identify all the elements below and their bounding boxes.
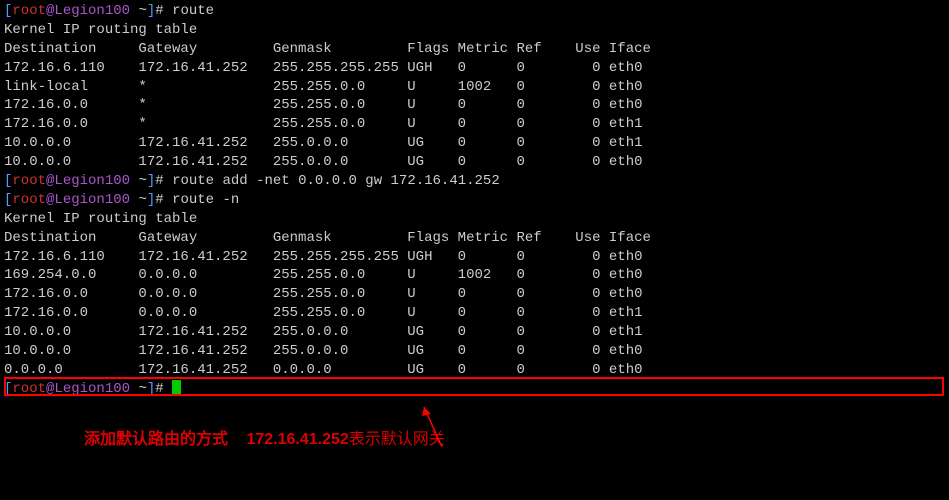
- table-columns: Destination Gateway Genmask Flags Metric…: [4, 229, 945, 248]
- table-row: 10.0.0.0 172.16.41.252 255.0.0.0 UG 0 0 …: [4, 342, 945, 361]
- table-row: 172.16.0.0 0.0.0.0 255.255.0.0 U 0 0 0 e…: [4, 285, 945, 304]
- table-row: 172.16.0.0 * 255.255.0.0 U 0 0 0 eth1: [4, 115, 945, 134]
- command-text: route add -net 0.0.0.0 gw 172.16.41.252: [172, 173, 500, 189]
- annotation-left: 添加默认路由的方式: [84, 431, 228, 448]
- host: Legion100: [54, 3, 130, 19]
- bracket-close: ]: [147, 3, 155, 19]
- user: root: [12, 3, 46, 19]
- table-row: 172.16.0.0 0.0.0.0 255.255.0.0 U 0 0 0 e…: [4, 304, 945, 323]
- table-row: 10.0.0.0 172.16.41.252 255.0.0.0 UG 0 0 …: [4, 323, 945, 342]
- prompt-sym: #: [155, 3, 172, 19]
- table-row: link-local * 255.255.0.0 U 1002 0 0 eth0: [4, 78, 945, 97]
- prompt-line-3[interactable]: [root@Legion100 ~]# route -n: [4, 191, 945, 210]
- table-row: 10.0.0.0 172.16.41.252 255.0.0.0 UG 0 0 …: [4, 153, 945, 172]
- table-columns: Destination Gateway Genmask Flags Metric…: [4, 40, 945, 59]
- prompt-line-2[interactable]: [root@Legion100 ~]# route add -net 0.0.0…: [4, 172, 945, 191]
- cursor-icon: [172, 380, 181, 394]
- table-row: 10.0.0.0 172.16.41.252 255.0.0.0 UG 0 0 …: [4, 134, 945, 153]
- command-text: route -n: [172, 192, 239, 208]
- table-row: 172.16.0.0 * 255.255.0.0 U 0 0 0 eth0: [4, 96, 945, 115]
- prompt-line-1[interactable]: [root@Legion100 ~]# route: [4, 2, 945, 21]
- annotation-ip: 172.16.41.252: [246, 431, 348, 448]
- table-row: 0.0.0.0 172.16.41.252 0.0.0.0 UG 0 0 0 e…: [4, 361, 945, 380]
- table-row: 172.16.6.110 172.16.41.252 255.255.255.2…: [4, 248, 945, 267]
- table-header-text: Kernel IP routing table: [4, 210, 945, 229]
- table-row: 172.16.6.110 172.16.41.252 255.255.255.2…: [4, 59, 945, 78]
- annotation-text: 添加默认路由的方式 172.16.41.252表示默认网关: [4, 429, 945, 451]
- prompt-line-cursor[interactable]: [root@Legion100 ~]#: [4, 380, 945, 399]
- command-text: route: [172, 3, 214, 19]
- annotation-right: 表示默认网关: [349, 431, 445, 448]
- path: ~: [130, 3, 147, 19]
- table-header-text: Kernel IP routing table: [4, 21, 945, 40]
- table-row: 169.254.0.0 0.0.0.0 255.255.0.0 U 1002 0…: [4, 266, 945, 285]
